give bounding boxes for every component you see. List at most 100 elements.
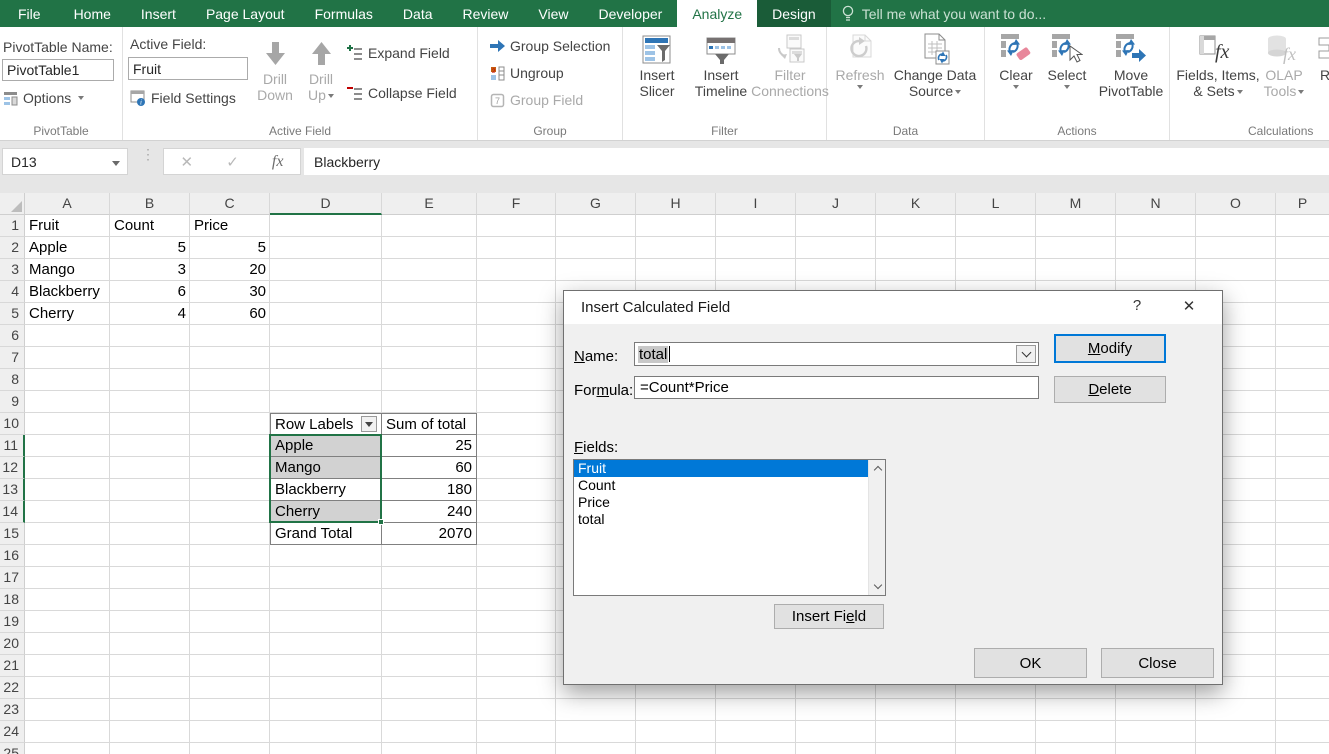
row-header-2[interactable]: 2 <box>0 237 25 259</box>
scroll-down-icon[interactable] <box>869 578 886 595</box>
insert-function-icon[interactable]: fx <box>272 153 284 171</box>
tab-analyze[interactable]: Analyze <box>677 0 757 27</box>
group-field-button[interactable]: 7 Group Field <box>490 92 583 108</box>
ungroup-button[interactable]: 2 Ungroup <box>490 65 564 81</box>
close-icon[interactable]: ✕ <box>1176 297 1202 319</box>
name-box-dropdown-icon[interactable] <box>112 161 120 166</box>
row-header-20[interactable]: 20 <box>0 633 25 655</box>
row-header-3[interactable]: 3 <box>0 259 25 281</box>
row-header-12[interactable]: 12 <box>0 457 25 479</box>
move-pivottable-button[interactable]: Move PivotTable <box>1095 31 1167 99</box>
row-header-11[interactable]: 11 <box>0 435 25 457</box>
tab-file[interactable]: File <box>0 0 59 27</box>
cell-B3[interactable]: 3 <box>110 259 190 281</box>
field-option-count[interactable]: Count <box>574 477 868 494</box>
row-header-16[interactable]: 16 <box>0 545 25 567</box>
cell-A4[interactable]: Blackberry <box>25 281 110 303</box>
formula-bar-handle[interactable]: ⋮ <box>141 150 155 158</box>
row-header-23[interactable]: 23 <box>0 699 25 721</box>
row-header-8[interactable]: 8 <box>0 369 25 391</box>
pivottable-name-input[interactable]: PivotTable1 <box>2 59 114 81</box>
column-header-E[interactable]: E <box>382 193 477 215</box>
row-header-7[interactable]: 7 <box>0 347 25 369</box>
insert-field-button[interactable]: Insert Field <box>774 604 884 629</box>
tab-insert[interactable]: Insert <box>126 0 191 27</box>
dialog-title-bar[interactable]: Insert Calculated Field ? ✕ <box>564 291 1222 324</box>
column-header-O[interactable]: O <box>1196 193 1276 215</box>
options-button[interactable]: Options <box>3 90 84 106</box>
tab-formulas[interactable]: Formulas <box>300 0 388 27</box>
filter-connections-button[interactable]: Filter Connections <box>755 31 825 99</box>
drill-down-button[interactable]: Drill Down <box>256 35 294 103</box>
row-labels-filter-button[interactable] <box>361 416 377 432</box>
pivot-cell-D15[interactable]: Grand Total <box>270 523 382 545</box>
calc-field-name-combo[interactable]: total <box>634 342 1039 366</box>
cell-A3[interactable]: Mango <box>25 259 110 281</box>
column-header-A[interactable]: A <box>25 193 110 215</box>
group-selection-button[interactable]: Group Selection <box>490 38 610 54</box>
pivot-cell-D10[interactable]: Row Labels <box>270 413 382 435</box>
row-header-22[interactable]: 22 <box>0 677 25 699</box>
tab-review[interactable]: Review <box>448 0 524 27</box>
cell-A2[interactable]: Apple <box>25 237 110 259</box>
row-header-4[interactable]: 4 <box>0 281 25 303</box>
cell-B4[interactable]: 6 <box>110 281 190 303</box>
name-box[interactable]: D13 <box>2 148 128 175</box>
cell-B1[interactable]: Count <box>110 215 190 237</box>
change-data-source-button[interactable]: Change Data Source <box>889 31 981 99</box>
fields-listbox[interactable]: FruitCountPricetotal <box>573 459 886 596</box>
pivot-cell-E14[interactable]: 240 <box>382 501 477 523</box>
formula-input[interactable]: Blackberry <box>304 148 1329 175</box>
relationships-button-partial[interactable]: Re <box>1309 31 1329 83</box>
field-option-price[interactable]: Price <box>574 494 868 511</box>
field-option-fruit[interactable]: Fruit <box>574 460 868 477</box>
row-header-13[interactable]: 13 <box>0 479 25 501</box>
column-header-P[interactable]: P <box>1276 193 1329 215</box>
confirm-entry-icon[interactable]: ✓ <box>226 153 239 171</box>
scroll-up-icon[interactable] <box>869 460 886 477</box>
cell-C4[interactable]: 30 <box>190 281 270 303</box>
help-button[interactable]: ? <box>1124 297 1150 319</box>
tab-page-layout[interactable]: Page Layout <box>191 0 300 27</box>
cell-C3[interactable]: 20 <box>190 259 270 281</box>
column-header-F[interactable]: F <box>477 193 556 215</box>
row-header-19[interactable]: 19 <box>0 611 25 633</box>
row-header-18[interactable]: 18 <box>0 589 25 611</box>
column-header-H[interactable]: H <box>636 193 716 215</box>
insert-timeline-button[interactable]: Insert Timeline <box>687 31 755 99</box>
expand-field-button[interactable]: Expand Field <box>347 45 450 61</box>
field-settings-button[interactable]: i Field Settings <box>130 90 236 106</box>
column-header-I[interactable]: I <box>716 193 796 215</box>
row-header-5[interactable]: 5 <box>0 303 25 325</box>
tab-design[interactable]: Design <box>757 0 831 27</box>
pivot-cell-D11[interactable]: Apple <box>270 435 382 457</box>
drill-up-button[interactable]: Drill Up <box>302 35 340 103</box>
close-button[interactable]: Close <box>1101 648 1214 678</box>
column-header-N[interactable]: N <box>1116 193 1196 215</box>
pivot-cell-E10[interactable]: Sum of total <box>382 413 477 435</box>
cell-C1[interactable]: Price <box>190 215 270 237</box>
row-header-6[interactable]: 6 <box>0 325 25 347</box>
calc-field-formula-input[interactable]: =Count*Price <box>634 376 1039 399</box>
field-option-total[interactable]: total <box>574 511 868 528</box>
column-header-K[interactable]: K <box>876 193 956 215</box>
row-header-24[interactable]: 24 <box>0 721 25 743</box>
active-field-input[interactable]: Fruit <box>128 57 248 80</box>
cell-C5[interactable]: 60 <box>190 303 270 325</box>
cell-C2[interactable]: 5 <box>190 237 270 259</box>
column-header-D[interactable]: D <box>270 193 382 215</box>
cancel-entry-icon[interactable]: ✕ <box>181 153 194 171</box>
delete-button[interactable]: Delete <box>1054 376 1166 403</box>
pivot-cell-E11[interactable]: 25 <box>382 435 477 457</box>
modify-button[interactable]: Modify <box>1054 334 1166 363</box>
row-header-21[interactable]: 21 <box>0 655 25 677</box>
row-header-14[interactable]: 14 <box>0 501 25 523</box>
cell-A1[interactable]: Fruit <box>25 215 110 237</box>
tab-data[interactable]: Data <box>388 0 448 27</box>
ok-button[interactable]: OK <box>974 648 1087 678</box>
pivot-cell-E12[interactable]: 60 <box>382 457 477 479</box>
pivot-cell-E13[interactable]: 180 <box>382 479 477 501</box>
select-button[interactable]: Select <box>1043 31 1091 89</box>
column-header-M[interactable]: M <box>1036 193 1116 215</box>
clear-button[interactable]: Clear <box>993 31 1039 89</box>
